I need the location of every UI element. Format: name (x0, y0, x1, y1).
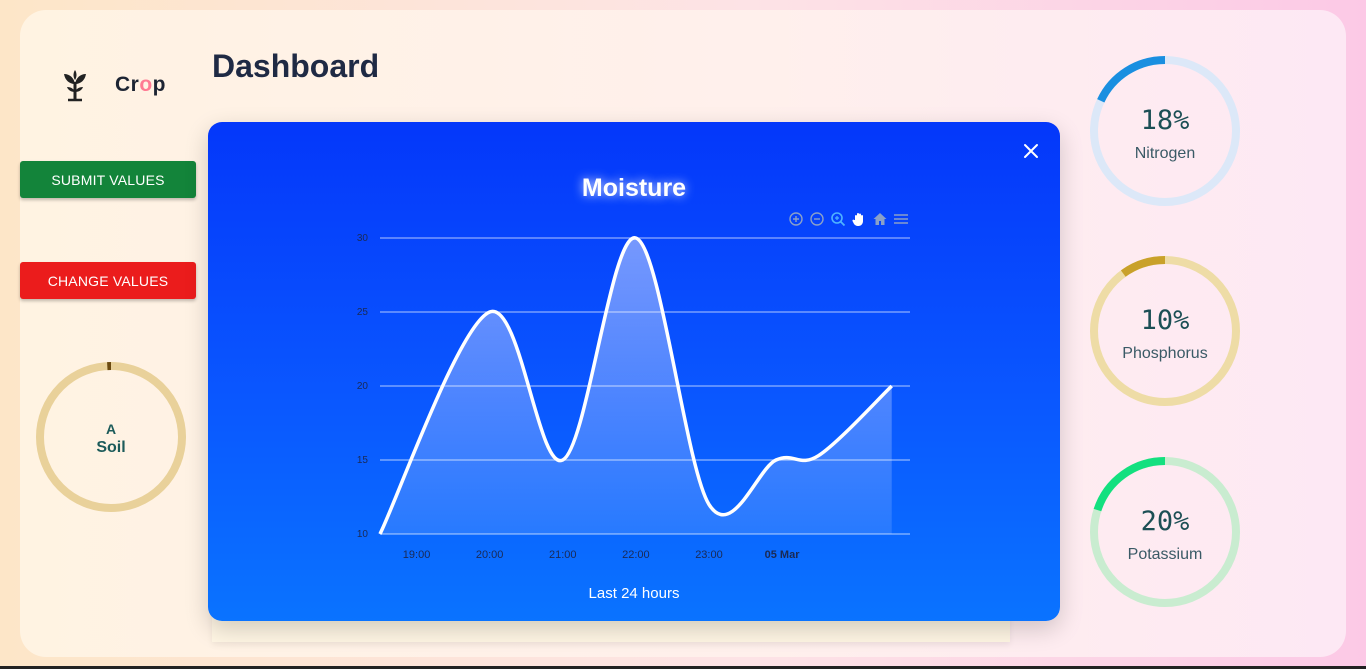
x-tick-label: 05 Mar (765, 549, 801, 561)
chart-footer: Last 24 hours (588, 585, 680, 602)
nitrogen-ring: 18% Nitrogen (1089, 55, 1241, 207)
potassium-percent: 20% (1140, 506, 1190, 537)
potassium-label: Potassium (1127, 546, 1203, 563)
moisture-chart-modal: Moisture 10 15 20 25 30 19:00 20:00 21:00 22:00 2… (208, 122, 1060, 621)
page-title: Dashboard (212, 48, 380, 84)
nitrogen-label: Nitrogen (1134, 145, 1196, 162)
y-tick-label: 15 (357, 455, 369, 466)
soil-grade-ring: A Soil (35, 361, 187, 513)
potassium-ring: 20% Potassium (1089, 456, 1241, 608)
y-tick-label: 25 (357, 307, 369, 318)
x-tick-label: 20:00 (476, 549, 504, 561)
change-values-button[interactable]: CHANGE VALUES (20, 262, 196, 299)
soil-label: Soil (96, 439, 126, 456)
y-tick-label: 30 (357, 233, 369, 244)
phosphorus-percent: 10% (1140, 305, 1190, 336)
phosphorus-label: Phosphorus (1122, 345, 1208, 362)
moisture-chart: 10 15 20 25 30 19:00 20:00 21:00 22:00 23:00 05 Ma… (357, 233, 910, 561)
app-logo[interactable]: Crop (60, 68, 166, 102)
x-tick-label: 19:00 (403, 549, 431, 561)
y-tick-label: 10 (357, 529, 369, 540)
x-tick-label: 21:00 (549, 549, 577, 561)
x-tick-label: 22:00 (622, 549, 650, 561)
close-icon[interactable] (1022, 142, 1040, 160)
soil-grade-value: A (105, 421, 117, 437)
soil-ring-graphic (36, 362, 186, 512)
sprout-icon (64, 70, 86, 102)
nitrogen-percent: 18% (1140, 105, 1190, 136)
brand-name: Crop (115, 73, 166, 96)
y-tick-label: 20 (357, 381, 369, 392)
modal-title: Moisture (581, 174, 687, 202)
phosphorus-ring: 10% Phosphorus (1089, 255, 1241, 407)
submit-values-button[interactable]: SUBMIT VALUES (20, 161, 196, 198)
x-tick-label: 23:00 (695, 549, 723, 561)
